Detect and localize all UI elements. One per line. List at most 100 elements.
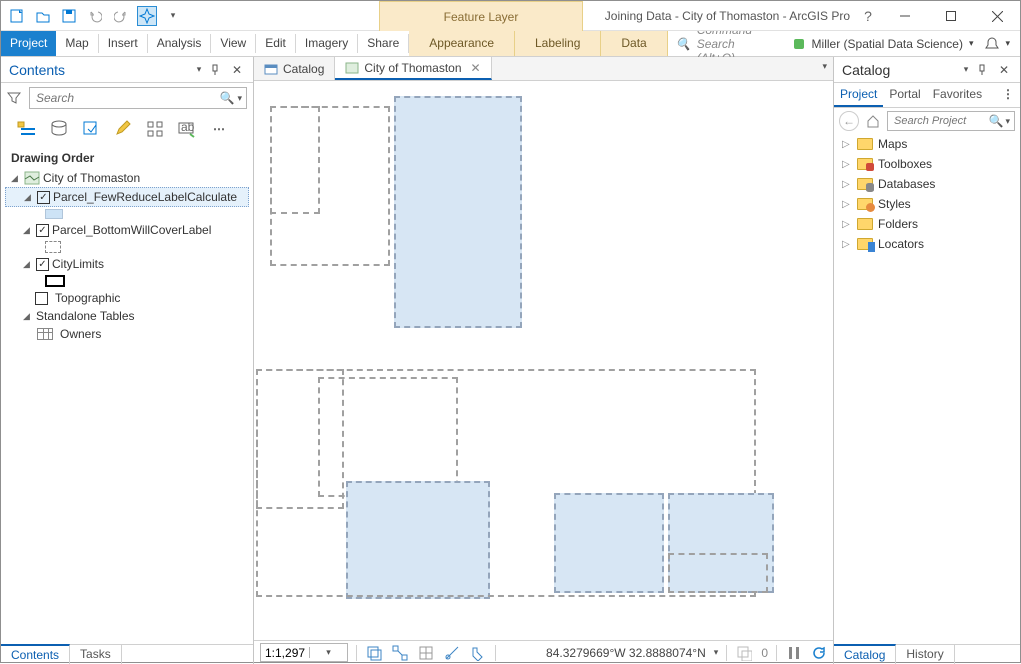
view-tabs-dropdown-icon[interactable]: ▾ [822, 61, 827, 72]
collapse-icon[interactable]: ◢ [23, 225, 33, 236]
search-icon[interactable]: 🔍 [989, 114, 1004, 128]
redo-icon[interactable] [111, 6, 131, 26]
chevron-down-icon[interactable]: ▾ [237, 93, 242, 104]
layer-item[interactable]: ◢ ✓ Parcel_FewReduceLabelCalculate [5, 187, 249, 207]
contents-search[interactable]: 🔍 ▾ [29, 87, 247, 109]
undo-icon[interactable] [85, 6, 105, 26]
notifications-icon[interactable] [985, 37, 999, 51]
expand-icon[interactable]: ▷ [842, 159, 852, 170]
user-menu[interactable]: Miller (Spatial Data Science) ▾ ▾ [784, 31, 1020, 56]
expand-icon[interactable]: ▷ [842, 139, 852, 150]
close-button[interactable] [974, 1, 1020, 31]
catalog-tabs-more-icon[interactable]: ⋮ [996, 83, 1020, 107]
catalog-item-toolboxes[interactable]: ▷ Toolboxes [834, 154, 1020, 174]
list-by-snapping-icon[interactable] [145, 119, 165, 139]
scale-selector[interactable]: 1:1,297 ▾ [260, 643, 348, 662]
collapse-icon[interactable]: ◢ [23, 311, 33, 322]
layer-symbol[interactable] [5, 207, 249, 221]
new-project-icon[interactable] [7, 6, 27, 26]
catalog-footer-tab-catalog[interactable]: Catalog [834, 644, 896, 664]
sb-snap-icon[interactable] [391, 644, 409, 662]
ribbon-tab-edit[interactable]: Edit [256, 31, 295, 56]
sb-correction-icon[interactable] [469, 644, 487, 662]
maximize-button[interactable] [928, 1, 974, 31]
qat-dropdown-icon[interactable]: ▾ [163, 6, 183, 26]
collapse-icon[interactable]: ◢ [23, 259, 33, 270]
close-icon[interactable]: ✕ [229, 63, 245, 77]
contents-footer-tab-tasks[interactable]: Tasks [70, 645, 122, 664]
collapse-icon[interactable]: ◢ [11, 173, 21, 184]
map-canvas[interactable] [254, 81, 833, 640]
catalog-item-locators[interactable]: ▷ Locators [834, 234, 1020, 254]
expand-icon[interactable]: ▷ [842, 239, 852, 250]
collapse-icon[interactable]: ◢ [24, 192, 34, 203]
pause-drawing-icon[interactable] [785, 644, 803, 662]
sb-selected-features-icon[interactable] [735, 644, 753, 662]
expand-icon[interactable]: ▷ [842, 199, 852, 210]
command-search[interactable]: 🔍 Command Search (Alt+Q) [668, 31, 784, 56]
view-tab-catalog[interactable]: Catalog [254, 57, 335, 80]
help-icon[interactable]: ? [856, 1, 880, 31]
catalog-tab-favorites[interactable]: Favorites [927, 83, 988, 107]
contents-footer-tab-contents[interactable]: Contents [1, 644, 70, 664]
ribbon-tab-analysis[interactable]: Analysis [148, 31, 211, 56]
list-by-editing-icon[interactable] [113, 119, 133, 139]
pane-menu-icon[interactable]: ▾ [958, 64, 974, 75]
layer-item[interactable]: Topographic [5, 289, 249, 307]
close-tab-icon[interactable]: ✕ [471, 61, 481, 75]
list-by-selection-icon[interactable] [81, 119, 101, 139]
contents-search-input[interactable] [34, 90, 220, 106]
sb-selection-icon[interactable] [365, 644, 383, 662]
back-icon[interactable]: ← [839, 111, 859, 131]
expand-icon[interactable]: ▷ [842, 219, 852, 230]
list-by-source-icon[interactable] [49, 119, 69, 139]
catalog-tab-portal[interactable]: Portal [883, 83, 926, 107]
layer-item[interactable]: ◢ ✓ CityLimits [5, 255, 249, 273]
layer-checkbox[interactable]: ✓ [36, 224, 49, 237]
list-by-drawing-order-icon[interactable] [17, 119, 37, 139]
ribbon-tab-view[interactable]: View [211, 31, 255, 56]
layer-checkbox[interactable]: ✓ [36, 258, 49, 271]
autohide-icon[interactable] [210, 64, 226, 76]
layer-checkbox[interactable]: ✓ [37, 191, 50, 204]
catalog-tab-project[interactable]: Project [834, 83, 883, 107]
layer-symbol[interactable] [5, 239, 249, 255]
chevron-down-icon[interactable]: ▾ [714, 647, 719, 658]
minimize-button[interactable] [882, 1, 928, 31]
sb-constraints-icon[interactable] [443, 644, 461, 662]
refresh-icon[interactable] [811, 645, 827, 661]
sb-grid-icon[interactable] [417, 644, 435, 662]
ribbon-tab-data[interactable]: Data [601, 31, 667, 56]
close-icon[interactable]: ✕ [996, 63, 1012, 77]
ribbon-tab-imagery[interactable]: Imagery [296, 31, 357, 56]
autohide-icon[interactable] [977, 64, 993, 76]
ribbon-tab-appearance[interactable]: Appearance [409, 31, 515, 56]
catalog-item-maps[interactable]: ▷ Maps [834, 134, 1020, 154]
home-icon[interactable] [863, 111, 883, 131]
catalog-search-input[interactable] [892, 114, 989, 128]
open-project-icon[interactable] [33, 6, 53, 26]
filter-icon[interactable] [7, 91, 25, 105]
layer-checkbox[interactable] [35, 292, 48, 305]
explore-tool-icon[interactable] [137, 6, 157, 26]
chevron-down-icon[interactable]: ▾ [1005, 116, 1010, 127]
catalog-footer-tab-history[interactable]: History [896, 645, 954, 664]
save-icon[interactable] [59, 6, 79, 26]
layer-symbol[interactable] [5, 273, 249, 289]
ribbon-tab-share[interactable]: Share [358, 31, 408, 56]
search-icon[interactable]: 🔍 [220, 91, 235, 105]
table-item[interactable]: Owners [5, 325, 249, 343]
catalog-item-styles[interactable]: ▷ Styles [834, 194, 1020, 214]
ribbon-tab-insert[interactable]: Insert [99, 31, 147, 56]
layer-item[interactable]: ◢ ✓ Parcel_BottomWillCoverLabel [5, 221, 249, 239]
ribbon-tab-map[interactable]: Map [56, 31, 97, 56]
expand-icon[interactable]: ▷ [842, 179, 852, 190]
pane-menu-icon[interactable]: ▾ [191, 64, 207, 75]
ribbon-tab-project[interactable]: Project [1, 31, 56, 56]
catalog-search[interactable]: 🔍 ▾ [887, 111, 1015, 131]
catalog-item-folders[interactable]: ▷ Folders [834, 214, 1020, 234]
map-node[interactable]: ◢ City of Thomaston [5, 169, 249, 187]
more-icon[interactable]: ⋯ [209, 119, 229, 139]
view-tab-map[interactable]: City of Thomaston ✕ [335, 57, 491, 80]
chevron-down-icon[interactable]: ▾ [309, 647, 347, 658]
